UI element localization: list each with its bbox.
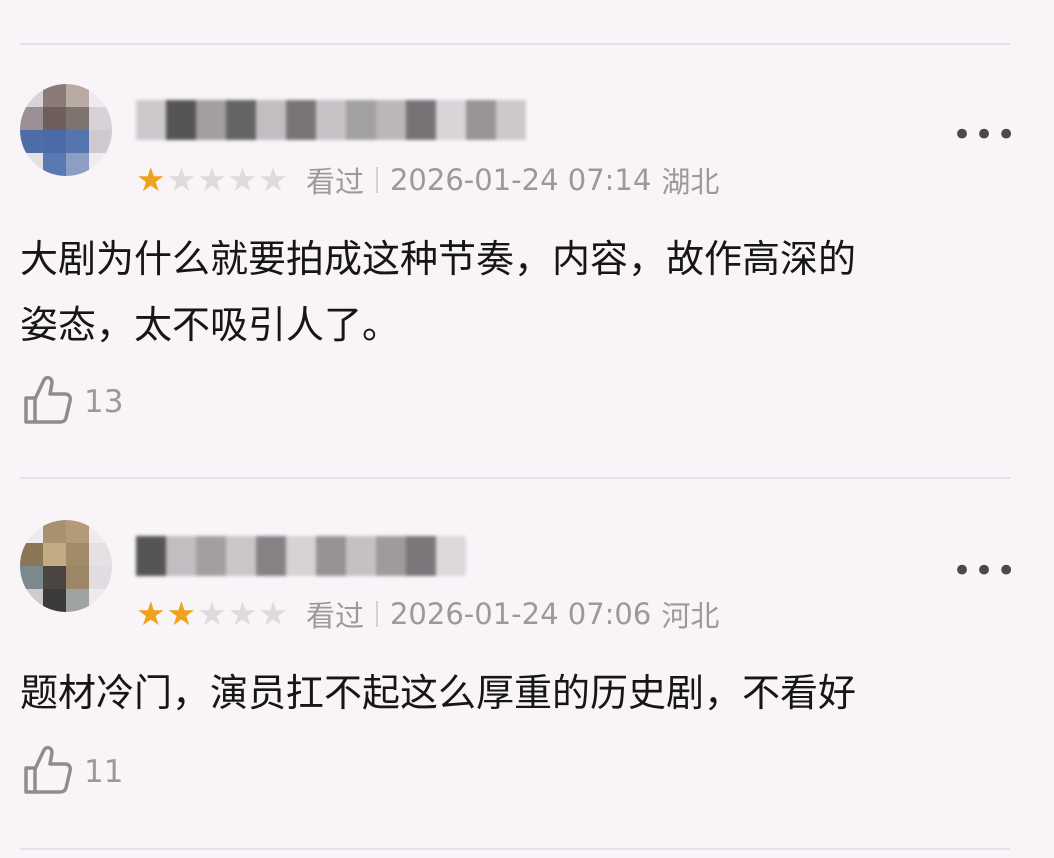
review-datetime: 2026-01-24 07:14 [389, 163, 652, 197]
review-meta: ★ ★ ★ ★ ★ 看过 2026-01-24 07:14 湖北 [136, 160, 719, 200]
review-content-line: 姿态，太不吸引人了。 [20, 303, 401, 347]
thumbs-up-icon [20, 742, 74, 802]
star-icon: ★ [166, 594, 197, 633]
meta-separator [375, 601, 378, 627]
star-icon: ★ [136, 160, 166, 199]
star-rating: ★ ★ ★ ★ ★ [136, 595, 288, 633]
more-dots-icon: ••• [952, 551, 1019, 591]
star-icon: ★ [197, 160, 227, 199]
more-options-button[interactable]: ••• [952, 554, 1016, 588]
review-datetime: 2026-01-24 07:06 [389, 597, 652, 631]
thumbs-up-icon [20, 372, 74, 432]
review-region: 湖北 [661, 165, 720, 199]
avatar[interactable] [20, 520, 112, 612]
like-count: 13 [84, 384, 124, 420]
review-region: 河北 [661, 599, 720, 633]
like-button[interactable]: 11 [20, 744, 123, 800]
more-options-button[interactable]: ••• [952, 118, 1016, 152]
like-count: 11 [84, 754, 124, 790]
top-divider [20, 43, 1010, 45]
review-divider [20, 477, 1010, 479]
review-content[interactable]: 题材冷门，演员扛不起这么厚重的历史剧，不看好 [20, 660, 1020, 726]
review-meta: ★ ★ ★ ★ ★ 看过 2026-01-24 07:06 河北 [136, 594, 719, 634]
watched-label: 看过 [305, 165, 364, 199]
avatar[interactable] [20, 84, 112, 176]
review-content[interactable]: 大剧为什么就要拍成这种节奏，内容，故作高深的 姿态，太不吸引人了。 [20, 226, 1020, 358]
star-icon: ★ [258, 160, 288, 199]
star-icon: ★ [227, 160, 258, 199]
meta-separator [375, 167, 378, 193]
star-icon: ★ [136, 594, 166, 633]
more-dots-icon: ••• [952, 115, 1019, 155]
username-blurred[interactable] [136, 536, 466, 576]
like-button[interactable]: 13 [20, 374, 123, 430]
star-icon: ★ [258, 594, 288, 633]
username-blurred[interactable] [136, 100, 526, 140]
star-icon: ★ [166, 160, 197, 199]
star-icon: ★ [197, 594, 227, 633]
review-content-line: 题材冷门，演员扛不起这么厚重的历史剧，不看好 [20, 671, 857, 715]
bottom-divider [20, 848, 1010, 850]
star-rating: ★ ★ ★ ★ ★ [136, 161, 288, 199]
watched-label: 看过 [305, 599, 364, 633]
star-icon: ★ [227, 594, 258, 633]
review-content-line: 大剧为什么就要拍成这种节奏，内容，故作高深的 [20, 237, 857, 281]
